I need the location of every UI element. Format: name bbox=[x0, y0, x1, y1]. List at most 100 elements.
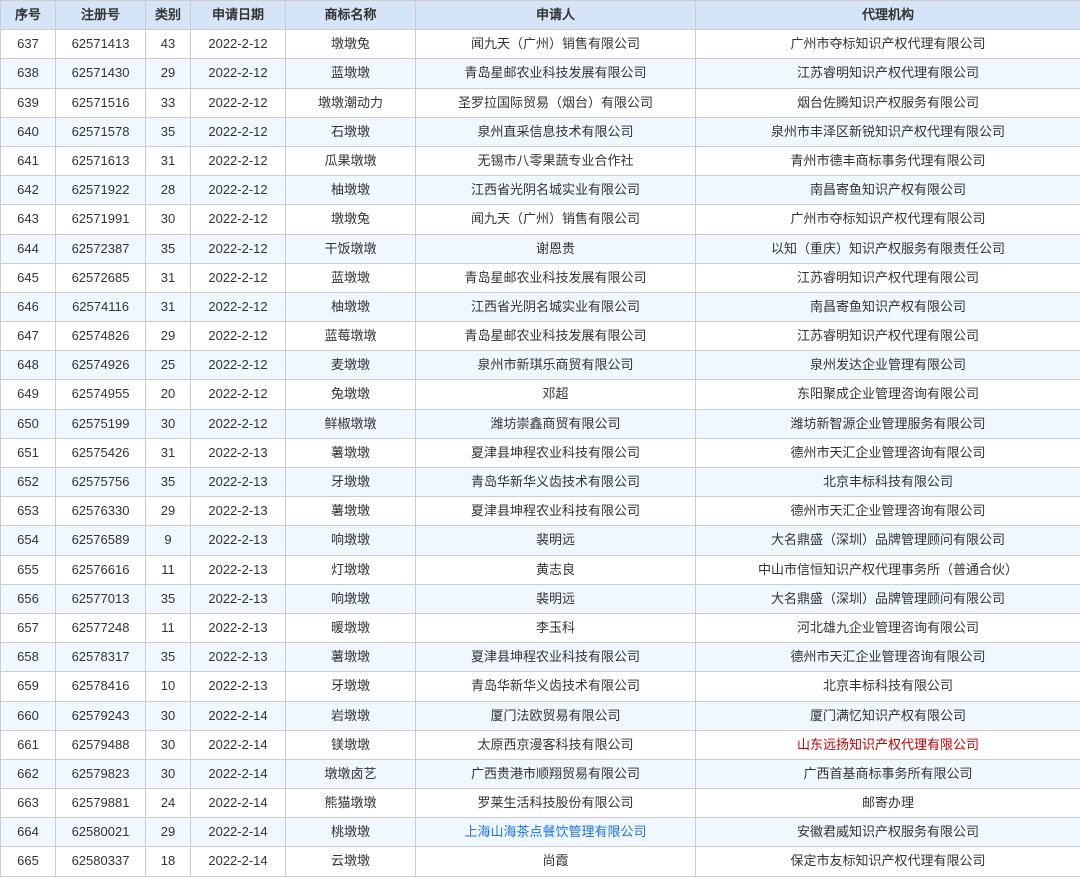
cell-name: 岩墩墩 bbox=[286, 701, 416, 730]
cell-date: 2022-2-14 bbox=[191, 730, 286, 759]
cell-seq: 646 bbox=[1, 292, 56, 321]
cell-seq: 637 bbox=[1, 30, 56, 59]
cell-cls: 30 bbox=[146, 205, 191, 234]
cell-seq: 653 bbox=[1, 497, 56, 526]
cell-seq: 651 bbox=[1, 438, 56, 467]
cell-reg: 62576589 bbox=[56, 526, 146, 555]
cell-date: 2022-2-13 bbox=[191, 438, 286, 467]
cell-date: 2022-2-12 bbox=[191, 88, 286, 117]
cell-agent: 南昌寄鱼知识产权有限公司 bbox=[696, 292, 1080, 321]
cell-date: 2022-2-13 bbox=[191, 643, 286, 672]
cell-applicant: 青岛星邮农业科技发展有限公司 bbox=[416, 322, 696, 351]
table-header-row: 序号 注册号 类别 申请日期 商标名称 申请人 代理机构 bbox=[1, 1, 1080, 30]
table-row: 65962578416102022-2-13牙墩墩青岛华新华义齿技术有限公司北京… bbox=[1, 672, 1080, 701]
cell-applicant: 厦门法欧贸易有限公司 bbox=[416, 701, 696, 730]
table-row: 66262579823302022-2-14墩墩卤艺广西贵港市顺翔贸易有限公司广… bbox=[1, 759, 1080, 788]
cell-date: 2022-2-12 bbox=[191, 351, 286, 380]
cell-date: 2022-2-12 bbox=[191, 409, 286, 438]
cell-agent: 德州市天汇企业管理咨询有限公司 bbox=[696, 643, 1080, 672]
cell-cls: 11 bbox=[146, 555, 191, 584]
cell-applicant: 无锡市八零果蔬专业合作社 bbox=[416, 146, 696, 175]
cell-name: 石墩墩 bbox=[286, 117, 416, 146]
table-row: 64962574955202022-2-12兔墩墩邓超东阳聚成企业管理咨询有限公… bbox=[1, 380, 1080, 409]
cell-agent: 保定市友标知识产权代理有限公司 bbox=[696, 847, 1080, 876]
cell-applicant: 潍坊崇鑫商贸有限公司 bbox=[416, 409, 696, 438]
cell-name: 蓝墩墩 bbox=[286, 263, 416, 292]
cell-date: 2022-2-14 bbox=[191, 818, 286, 847]
cell-date: 2022-2-12 bbox=[191, 263, 286, 292]
cell-cls: 31 bbox=[146, 292, 191, 321]
cell-applicant: 裴明远 bbox=[416, 526, 696, 555]
table-row: 63762571413432022-2-12墩墩兔闻九天（广州）销售有限公司广州… bbox=[1, 30, 1080, 59]
cell-date: 2022-2-13 bbox=[191, 555, 286, 584]
cell-applicant: 裴明远 bbox=[416, 584, 696, 613]
cell-name: 墩墩兔 bbox=[286, 205, 416, 234]
cell-name: 墩墩潮动力 bbox=[286, 88, 416, 117]
cell-seq: 650 bbox=[1, 409, 56, 438]
table-row: 65762577248112022-2-13暖墩墩李玉科河北雄九企业管理咨询有限… bbox=[1, 613, 1080, 642]
applicant-link[interactable]: 上海山海茶点餐饮管理有限公司 bbox=[464, 824, 646, 839]
cell-date: 2022-2-12 bbox=[191, 146, 286, 175]
cell-date: 2022-2-13 bbox=[191, 613, 286, 642]
cell-cls: 25 bbox=[146, 351, 191, 380]
cell-reg: 62571430 bbox=[56, 59, 146, 88]
cell-applicant: 圣罗拉国际贸易（烟台）有限公司 bbox=[416, 88, 696, 117]
cell-applicant: 谢恩贵 bbox=[416, 234, 696, 263]
cell-reg: 62574826 bbox=[56, 322, 146, 351]
cell-name: 干饭墩墩 bbox=[286, 234, 416, 263]
cell-cls: 11 bbox=[146, 613, 191, 642]
header-name: 商标名称 bbox=[286, 1, 416, 30]
cell-reg: 62571922 bbox=[56, 176, 146, 205]
table-row: 64062571578352022-2-12石墩墩泉州直采信息技术有限公司泉州市… bbox=[1, 117, 1080, 146]
cell-applicant: 闻九天（广州）销售有限公司 bbox=[416, 30, 696, 59]
table-row: 64862574926252022-2-12麦墩墩泉州市新琪乐商贸有限公司泉州发… bbox=[1, 351, 1080, 380]
table-row: 64462572387352022-2-12干饭墩墩谢恩贵以知（重庆）知识产权服… bbox=[1, 234, 1080, 263]
cell-cls: 20 bbox=[146, 380, 191, 409]
table-row: 64662574116312022-2-12柚墩墩江西省光阴名城实业有限公司南昌… bbox=[1, 292, 1080, 321]
cell-applicant: 尚霞 bbox=[416, 847, 696, 876]
cell-applicant: 李玉科 bbox=[416, 613, 696, 642]
cell-cls: 31 bbox=[146, 438, 191, 467]
cell-cls: 35 bbox=[146, 468, 191, 497]
cell-name: 柚墩墩 bbox=[286, 292, 416, 321]
cell-reg: 62577013 bbox=[56, 584, 146, 613]
cell-agent: 广州市夺标知识产权代理有限公司 bbox=[696, 205, 1080, 234]
cell-applicant: 广西贵港市顺翔贸易有限公司 bbox=[416, 759, 696, 788]
cell-reg: 62571413 bbox=[56, 30, 146, 59]
cell-reg: 62579488 bbox=[56, 730, 146, 759]
cell-date: 2022-2-12 bbox=[191, 59, 286, 88]
cell-agent: 东阳聚成企业管理咨询有限公司 bbox=[696, 380, 1080, 409]
cell-name: 熊猫墩墩 bbox=[286, 789, 416, 818]
cell-agent: 北京丰标科技有限公司 bbox=[696, 672, 1080, 701]
table-row: 66562580337182022-2-14云墩墩尚霞保定市友标知识产权代理有限… bbox=[1, 847, 1080, 876]
cell-agent: 江苏睿明知识产权代理有限公司 bbox=[696, 322, 1080, 351]
cell-agent: 江苏睿明知识产权代理有限公司 bbox=[696, 59, 1080, 88]
cell-seq: 642 bbox=[1, 176, 56, 205]
cell-agent: 泉州发达企业管理有限公司 bbox=[696, 351, 1080, 380]
cell-applicant: 泉州市新琪乐商贸有限公司 bbox=[416, 351, 696, 380]
cell-agent: 广西首基商标事务所有限公司 bbox=[696, 759, 1080, 788]
cell-applicant: 青岛星邮农业科技发展有限公司 bbox=[416, 263, 696, 292]
cell-reg: 62580021 bbox=[56, 818, 146, 847]
cell-reg: 62577248 bbox=[56, 613, 146, 642]
cell-reg: 62578416 bbox=[56, 672, 146, 701]
cell-seq: 649 bbox=[1, 380, 56, 409]
cell-applicant: 太原西京漫客科技有限公司 bbox=[416, 730, 696, 759]
cell-reg: 62571516 bbox=[56, 88, 146, 117]
cell-applicant: 黄志良 bbox=[416, 555, 696, 584]
cell-name: 瓜果墩墩 bbox=[286, 146, 416, 175]
cell-name: 柚墩墩 bbox=[286, 176, 416, 205]
cell-applicant: 泉州直采信息技术有限公司 bbox=[416, 117, 696, 146]
cell-agent: 厦门满忆知识产权有限公司 bbox=[696, 701, 1080, 730]
cell-date: 2022-2-12 bbox=[191, 176, 286, 205]
cell-name: 灯墩墩 bbox=[286, 555, 416, 584]
table-row: 65162575426312022-2-13薯墩墩夏津县坤程农业科技有限公司德州… bbox=[1, 438, 1080, 467]
cell-reg: 62579823 bbox=[56, 759, 146, 788]
table-row: 66062579243302022-2-14岩墩墩厦门法欧贸易有限公司厦门满忆知… bbox=[1, 701, 1080, 730]
header-date: 申请日期 bbox=[191, 1, 286, 30]
cell-date: 2022-2-14 bbox=[191, 789, 286, 818]
cell-agent: 德州市天汇企业管理咨询有限公司 bbox=[696, 438, 1080, 467]
cell-date: 2022-2-12 bbox=[191, 117, 286, 146]
table-row: 66462580021292022-2-14桃墩墩上海山海茶点餐饮管理有限公司安… bbox=[1, 818, 1080, 847]
cell-name: 薯墩墩 bbox=[286, 643, 416, 672]
